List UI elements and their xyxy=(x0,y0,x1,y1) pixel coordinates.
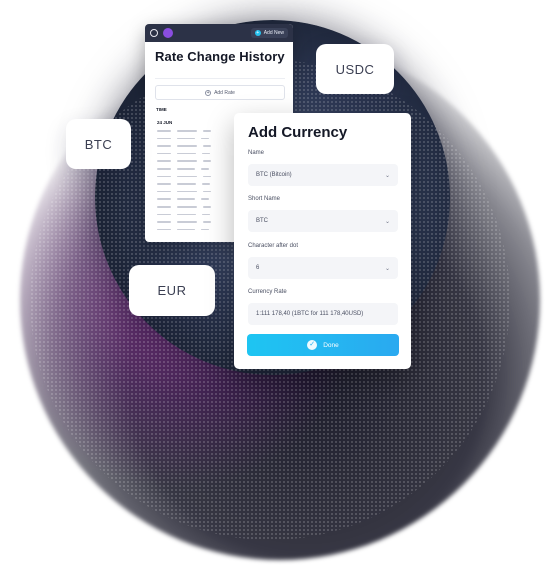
plus-icon: + xyxy=(254,30,261,36)
avatar-icon[interactable] xyxy=(163,28,173,38)
currency-rate-input[interactable]: 1:111 178,40 (1BTC for 111 178,40USD) xyxy=(248,303,398,325)
chip-eur-label: EUR xyxy=(157,283,187,298)
char-after-dot-label: Character after dot xyxy=(248,243,299,249)
add-currency-title: Add Currency xyxy=(248,124,348,141)
history-search-bar[interactable] xyxy=(155,68,285,79)
currency-rate-label: Currency Rate xyxy=(248,289,287,295)
check-icon: ✓ xyxy=(307,340,318,350)
add-currency-card: Add Currency Name BTC (Bitcoin) ⌄ Short … xyxy=(234,113,411,369)
table-head-date: 24 JUN xyxy=(157,120,173,125)
time-tabs: TIME xyxy=(156,107,283,112)
add-new-button[interactable]: + Add New xyxy=(250,28,288,38)
done-button[interactable]: ✓ Done xyxy=(247,334,399,356)
currency-rate-value: 1:111 178,40 (1BTC for 111 178,40USD) xyxy=(256,311,364,317)
chevron-down-icon: ⌄ xyxy=(384,265,390,272)
history-title: Rate Change History xyxy=(155,49,285,64)
chevron-down-icon: ⌄ xyxy=(384,218,390,225)
chip-btc-label: BTC xyxy=(84,136,113,152)
tab-time[interactable]: TIME xyxy=(156,107,167,112)
short-name-select[interactable]: BTC ⌄ xyxy=(248,210,398,232)
char-after-dot-select[interactable]: 6 ⌄ xyxy=(248,257,398,279)
add-rate-label: Add Rate xyxy=(214,89,235,96)
name-label: Name xyxy=(248,150,265,156)
short-name-value: BTC xyxy=(256,218,268,224)
history-topbar: + Add New xyxy=(145,24,293,42)
currency-chip-btc[interactable]: BTC xyxy=(66,119,131,169)
add-new-label: Add New xyxy=(263,30,284,36)
currency-chip-eur[interactable]: EUR xyxy=(129,265,215,316)
add-rate-button[interactable]: + Add Rate xyxy=(155,85,285,100)
char-after-dot-value: 6 xyxy=(256,265,260,271)
name-value: BTC (Bitcoin) xyxy=(256,172,292,178)
short-name-label: Short Name xyxy=(248,196,281,202)
chip-usdc-label: USDC xyxy=(335,61,375,77)
plus-icon: + xyxy=(205,89,212,96)
done-label: Done xyxy=(323,341,339,349)
user-ring-icon[interactable] xyxy=(150,29,158,37)
name-select[interactable]: BTC (Bitcoin) ⌄ xyxy=(248,164,398,186)
currency-chip-usdc[interactable]: USDC xyxy=(316,44,394,94)
chevron-down-icon: ⌄ xyxy=(384,172,390,179)
